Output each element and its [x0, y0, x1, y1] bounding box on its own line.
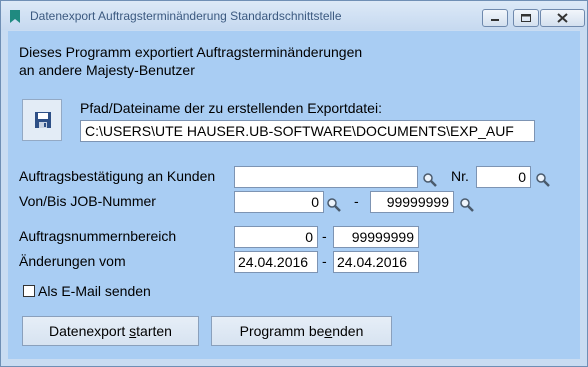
dialog-client-area: Dieses Programm exportiert Auftragstermi… — [8, 31, 580, 359]
app-icon — [10, 10, 20, 23]
email-checkbox-label: Als E-Mail senden — [38, 283, 151, 299]
maximize-icon — [521, 14, 531, 22]
changes-to-input[interactable]: 24.04.2016 — [333, 251, 419, 273]
close-icon — [557, 13, 568, 23]
maximize-button[interactable] — [513, 9, 539, 27]
job-from-input[interactable]: 0 — [234, 191, 324, 213]
changes-separator: - — [322, 253, 327, 269]
changes-label: Änderungen vom — [19, 253, 126, 269]
job-label: Von/Bis JOB-Nummer — [19, 193, 156, 209]
save-path-button[interactable] — [22, 99, 62, 141]
job-to-search-magnifier-icon[interactable] — [459, 197, 475, 213]
start-export-button[interactable]: Datenexport starten — [22, 316, 199, 346]
order-range-to-input[interactable]: 99999999 — [333, 226, 419, 248]
job-to-input[interactable]: 99999999 — [370, 191, 454, 213]
order-range-label: Auftragsnummernbereich — [19, 228, 177, 244]
main-window: Datenexport Auftragsterminänderung Stand… — [0, 0, 588, 367]
window-title: Datenexport Auftragsterminänderung Stand… — [30, 9, 342, 23]
minimize-button[interactable] — [482, 9, 508, 27]
customer-label: Auftragsbestätigung an Kunden — [19, 168, 216, 184]
customer-nr-label: Nr. — [451, 168, 469, 184]
customer-nr-input[interactable]: 0 — [476, 166, 531, 188]
order-range-from-input[interactable]: 0 — [234, 226, 318, 248]
customer-nr-search-magnifier-icon[interactable] — [535, 172, 551, 188]
path-label: Pfad/Dateiname der zu erstellenden Expor… — [80, 100, 382, 116]
titlebar[interactable]: Datenexport Auftragsterminänderung Stand… — [1, 1, 587, 30]
quit-program-label-pre: Programm be — [239, 323, 325, 339]
customer-input[interactable] — [234, 166, 418, 188]
job-from-search-magnifier-icon[interactable] — [326, 197, 342, 213]
save-icon — [35, 112, 51, 128]
quit-program-button[interactable]: Programm beenden — [211, 316, 392, 346]
order-range-separator: - — [322, 228, 327, 244]
path-input[interactable]: C:\USERS\UTE HAUSER.UB-SOFTWARE\DOCUMENT… — [80, 120, 535, 142]
intro-line-1: Dieses Programm exportiert Auftragstermi… — [19, 44, 363, 60]
customer-search-magnifier-icon[interactable] — [422, 172, 438, 188]
close-button[interactable] — [540, 9, 585, 27]
intro-line-2: an andere Majesty-Benutzer — [19, 62, 195, 78]
start-export-label-pre: Datenexport — [49, 323, 130, 339]
changes-from-input[interactable]: 24.04.2016 — [234, 251, 318, 273]
start-export-label-post: tarten — [136, 323, 172, 339]
minimize-icon — [491, 19, 499, 21]
quit-program-label-post: nden — [332, 323, 364, 339]
job-separator: - — [354, 193, 359, 209]
email-checkbox[interactable] — [23, 285, 35, 297]
